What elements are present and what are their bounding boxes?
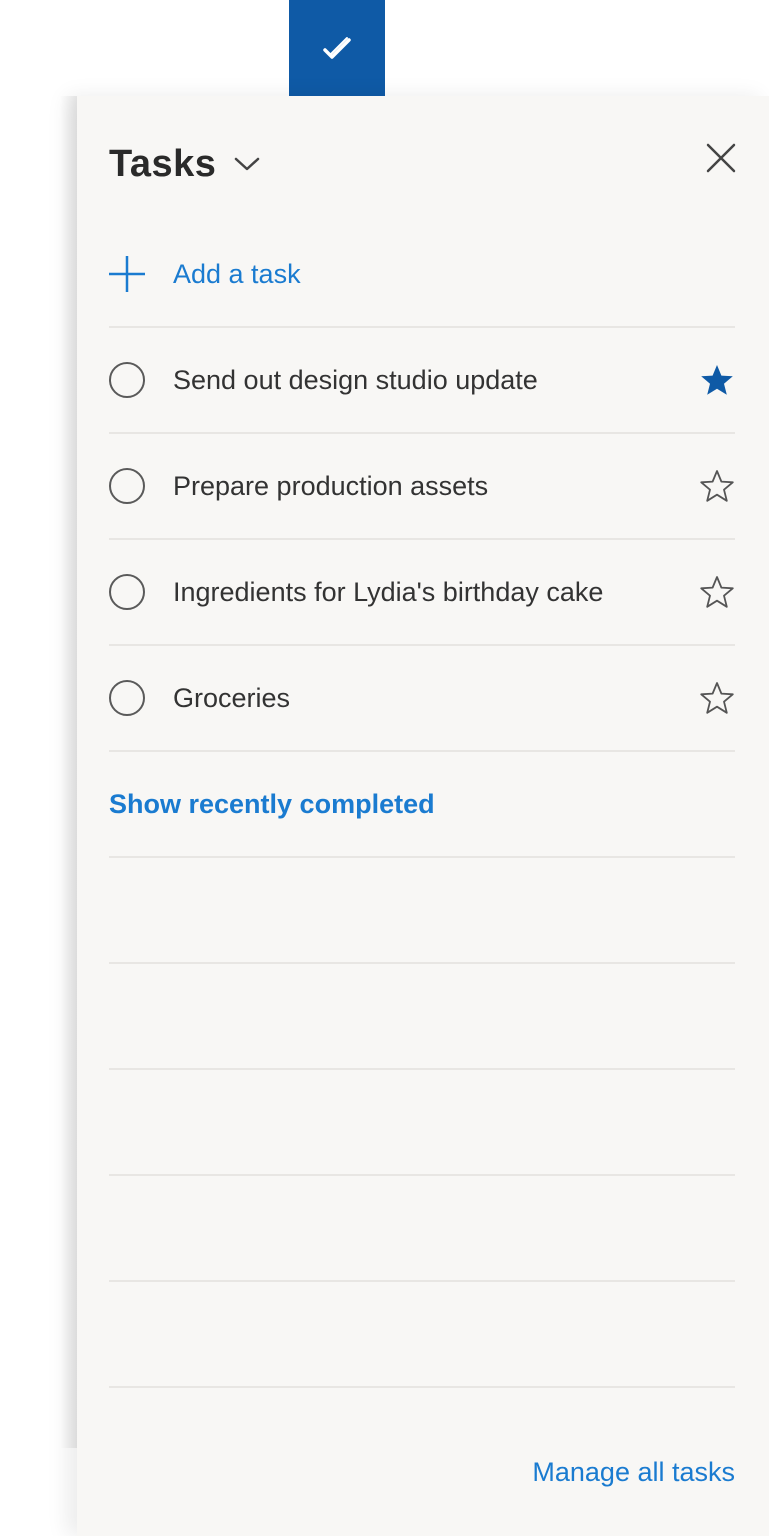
tasks-panel: Tasks Add a task Send out design studio … <box>77 96 769 1536</box>
close-icon[interactable] <box>705 142 737 174</box>
plus-icon <box>109 256 145 292</box>
add-task-button[interactable]: Add a task <box>109 222 735 328</box>
panel-header: Tasks <box>109 136 260 192</box>
task-title: Groceries <box>173 682 291 713</box>
show-recently-completed-link[interactable]: Show recently completed <box>109 789 435 820</box>
chevron-down-icon[interactable] <box>234 156 260 172</box>
task-checkbox[interactable] <box>109 362 145 398</box>
empty-row <box>109 858 735 964</box>
task-checkbox[interactable] <box>109 680 145 716</box>
checkmark-icon <box>323 37 351 59</box>
add-task-label: Add a task <box>173 258 301 289</box>
panel-title: Tasks <box>109 142 217 185</box>
empty-row <box>109 1176 735 1282</box>
star-outline-icon[interactable] <box>699 468 735 504</box>
manage-all-tasks-link[interactable]: Manage all tasks <box>532 1457 735 1488</box>
tasks-tab-button[interactable] <box>289 0 385 96</box>
show-completed-row: Show recently completed <box>109 752 735 858</box>
task-title: Ingredients for Lydia's birthday cake <box>173 576 604 607</box>
task-checkbox[interactable] <box>109 468 145 504</box>
empty-row <box>109 1282 735 1388</box>
task-row[interactable]: Send out design studio update <box>109 328 735 434</box>
task-row[interactable]: Prepare production assets <box>109 434 735 540</box>
task-title: Prepare production assets <box>173 470 489 501</box>
task-row[interactable]: Ingredients for Lydia's birthday cake <box>109 540 735 646</box>
star-filled-icon[interactable] <box>699 362 735 398</box>
task-checkbox[interactable] <box>109 574 145 610</box>
star-outline-icon[interactable] <box>699 680 735 716</box>
task-row[interactable]: Groceries <box>109 646 735 752</box>
star-outline-icon[interactable] <box>699 574 735 610</box>
task-title: Send out design studio update <box>173 364 538 395</box>
empty-row <box>109 964 735 1070</box>
empty-row <box>109 1070 735 1176</box>
task-list: Add a task Send out design studio update… <box>109 222 735 1388</box>
